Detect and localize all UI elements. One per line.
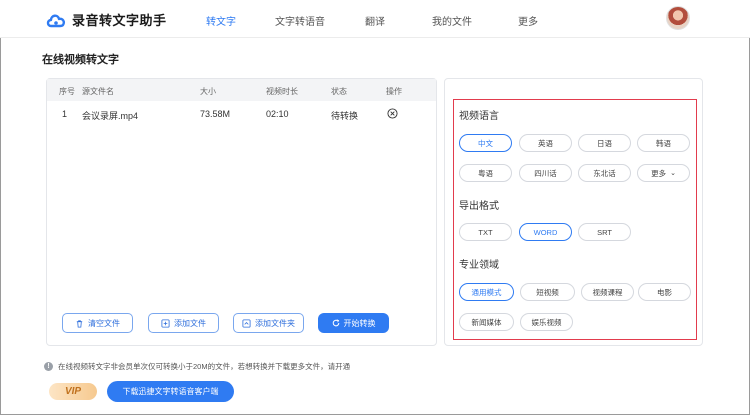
row-filename: 会议录屏.mp4	[82, 111, 139, 121]
add-file-icon	[161, 318, 170, 328]
language-section-title: 视频语言	[459, 111, 499, 122]
delete-circle-icon[interactable]	[387, 108, 398, 119]
clear-files-label: 清空文件	[88, 318, 120, 328]
chevron-down-icon: ⌄	[670, 170, 676, 177]
domain-option-entertainment[interactable]: 娱乐视频	[520, 313, 573, 331]
domain-option-news[interactable]: 新闻媒体	[459, 313, 514, 331]
row-duration: 02:10	[266, 109, 289, 119]
app-logo[interactable]: 录音转文字助手	[46, 10, 167, 29]
col-action: 操作	[386, 87, 402, 96]
format-option-srt[interactable]: SRT	[578, 223, 631, 241]
file-list-panel: 序号 源文件名 大小 视频时长 状态 操作 1 会议录屏.mp4 73.58M …	[46, 78, 437, 346]
add-folder-label: 添加文件夹	[255, 318, 295, 328]
add-folder-icon	[242, 318, 251, 328]
row-status: 待转换	[331, 111, 359, 121]
lang-more-label: 更多	[651, 168, 667, 178]
domain-option-course[interactable]: 视频课程	[581, 283, 634, 301]
domain-option-short-video[interactable]: 短视频	[520, 283, 575, 301]
top-header: 录音转文字助手 转文字 文字转语音 翻译 我的文件 更多	[0, 0, 750, 38]
nav-text-to-speech[interactable]: 文字转语音	[275, 13, 325, 28]
lang-option-korean[interactable]: 韩语	[637, 134, 690, 152]
lang-option-chinese[interactable]: 中文	[459, 134, 512, 152]
member-notice: ! 在线视频转文字非会员单次仅可转换小于20M的文件，若想转换并下载更多文件，请…	[44, 361, 350, 372]
add-file-button[interactable]: 添加文件	[148, 313, 219, 333]
format-section-title: 导出格式	[459, 201, 499, 212]
format-option-word[interactable]: WORD	[519, 223, 572, 241]
add-file-label: 添加文件	[174, 318, 206, 328]
nav-my-files[interactable]: 我的文件	[432, 13, 472, 28]
notice-text: 在线视频转文字非会员单次仅可转换小于20M的文件，若想转换并下载更多文件，请开通	[58, 362, 351, 371]
lang-more-dropdown[interactable]: 更多 ⌄	[637, 164, 690, 182]
domain-option-general[interactable]: 通用模式	[459, 283, 514, 301]
col-status: 状态	[331, 87, 347, 96]
col-duration: 视频时长	[266, 87, 298, 96]
refresh-icon	[332, 319, 339, 327]
lang-option-northeastern[interactable]: 东北话	[578, 164, 631, 182]
lang-option-japanese[interactable]: 日语	[578, 134, 631, 152]
trash-icon	[76, 319, 83, 328]
download-client-button[interactable]: 下载迅捷文字转语音客户端	[107, 381, 234, 402]
col-size: 大小	[200, 87, 216, 96]
start-convert-label: 开始转换	[343, 318, 376, 328]
page-title: 在线视频转文字	[42, 54, 119, 66]
lang-option-cantonese[interactable]: 粤语	[459, 164, 512, 182]
domain-section-title: 专业领域	[459, 260, 499, 271]
format-option-txt[interactable]: TXT	[459, 223, 512, 241]
add-folder-button[interactable]: 添加文件夹	[233, 313, 304, 333]
row-index: 1	[62, 109, 68, 119]
table-header: 序号 源文件名 大小 视频时长 状态 操作	[47, 79, 436, 101]
col-filename: 源文件名	[82, 87, 114, 96]
nav-translate[interactable]: 翻译	[365, 13, 385, 28]
avatar[interactable]	[666, 6, 690, 30]
lang-option-english[interactable]: 英语	[519, 134, 572, 152]
start-convert-button[interactable]: 开始转换	[318, 313, 389, 333]
info-icon: !	[44, 362, 53, 371]
lang-option-sichuanese[interactable]: 四川话	[519, 164, 572, 182]
domain-option-movie[interactable]: 电影	[638, 283, 691, 301]
clear-files-button[interactable]: 清空文件	[62, 313, 133, 333]
nav-speech-to-text[interactable]: 转文字	[206, 13, 236, 28]
app-name: 录音转文字助手	[72, 13, 167, 28]
row-size: 73.58M	[200, 109, 231, 119]
col-index: 序号	[59, 87, 75, 96]
vip-button[interactable]: VIP	[49, 383, 97, 400]
table-row: 1 会议录屏.mp4 73.58M 02:10 待转换	[47, 101, 436, 127]
cloud-logo-icon	[46, 14, 65, 27]
nav-more[interactable]: 更多	[518, 13, 538, 28]
